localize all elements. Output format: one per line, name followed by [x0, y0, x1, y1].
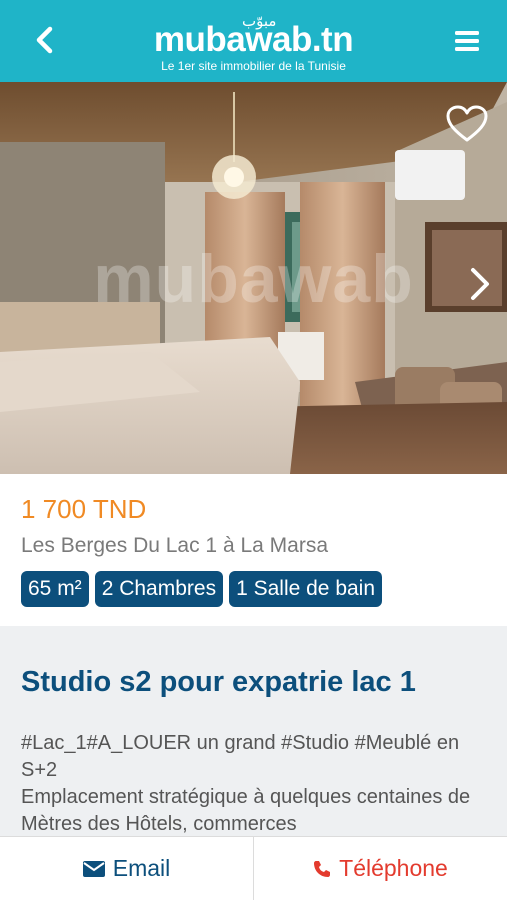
photo-watermark: mubawab — [93, 241, 414, 317]
email-button-label: Email — [112, 855, 171, 881]
listing-info: 1 700 TND Les Berges Du Lac 1 à La Marsa… — [0, 474, 507, 626]
favorite-button[interactable] — [445, 104, 489, 144]
area-badge: 65 m² — [21, 571, 89, 607]
listing-location: Les Berges Du Lac 1 à La Marsa — [21, 534, 329, 557]
listing-title: Studio s2 pour expatrie lac 1 — [21, 666, 416, 698]
description-line: #Lac_1#A_LOUER un grand #Studio #Meublé … — [21, 732, 460, 781]
bathroom-badge: 1 Salle de bain — [229, 571, 383, 607]
description-line: Emplacement stratégique à quelques centa… — [21, 786, 471, 835]
envelope-icon — [82, 860, 105, 877]
contact-bar: Email Téléphone — [0, 836, 507, 900]
phone-button[interactable]: Téléphone — [254, 837, 507, 900]
email-button[interactable]: Email — [0, 837, 254, 900]
description-text: #Lac_1#A_LOUER un grand #Studio #Meublé … — [21, 730, 491, 836]
description-section: Studio s2 pour expatrie lac 1 #Lac_1#A_L… — [0, 626, 507, 836]
chevron-right-icon — [471, 268, 489, 300]
phone-icon — [314, 860, 331, 877]
menu-button[interactable] — [449, 24, 485, 58]
logo-arabic-text: مبوّب — [242, 12, 277, 30]
rooms-badge: 2 Chambres — [94, 571, 224, 607]
listing-photo[interactable]: mubawab — [0, 82, 507, 474]
phone-button-label: Téléphone — [339, 855, 448, 881]
app-header: مبوّب mubawab.tn Le 1er site immobilier … — [0, 0, 507, 82]
heart-outline-icon — [446, 105, 488, 142]
hamburger-menu-icon — [455, 31, 479, 51]
site-logo[interactable]: مبوّب mubawab.tn Le 1er site immobilier … — [0, 8, 507, 74]
listing-price: 1 700 TND — [21, 494, 147, 524]
logo-tagline: Le 1er site immobilier de la Tunisie — [161, 59, 346, 73]
next-photo-button[interactable] — [465, 264, 493, 304]
feature-badges: 65 m² 2 Chambres 1 Salle de bain — [21, 571, 383, 607]
